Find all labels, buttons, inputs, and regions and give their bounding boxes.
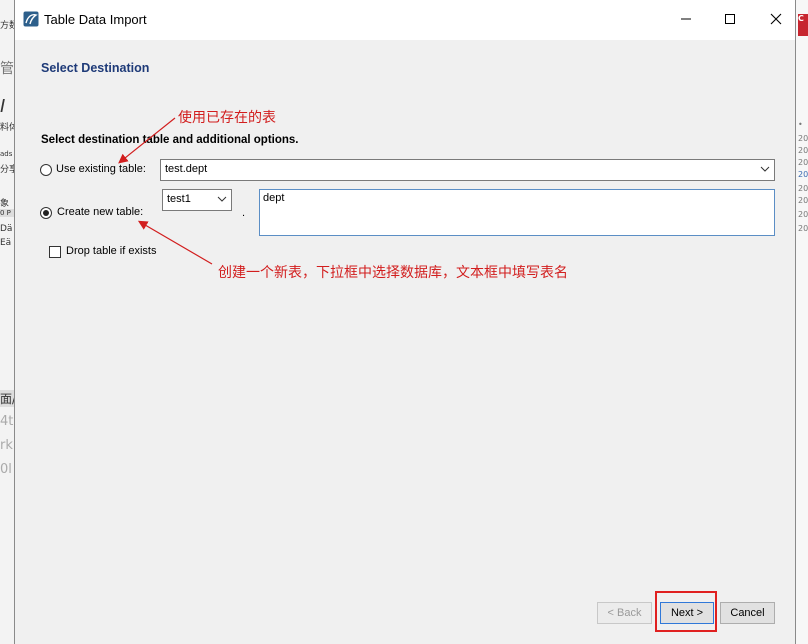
- annotation-arrow-create-new: [137, 220, 213, 265]
- annotation-arrow-use-existing: [118, 117, 176, 164]
- annotation-arrows: [118, 117, 213, 265]
